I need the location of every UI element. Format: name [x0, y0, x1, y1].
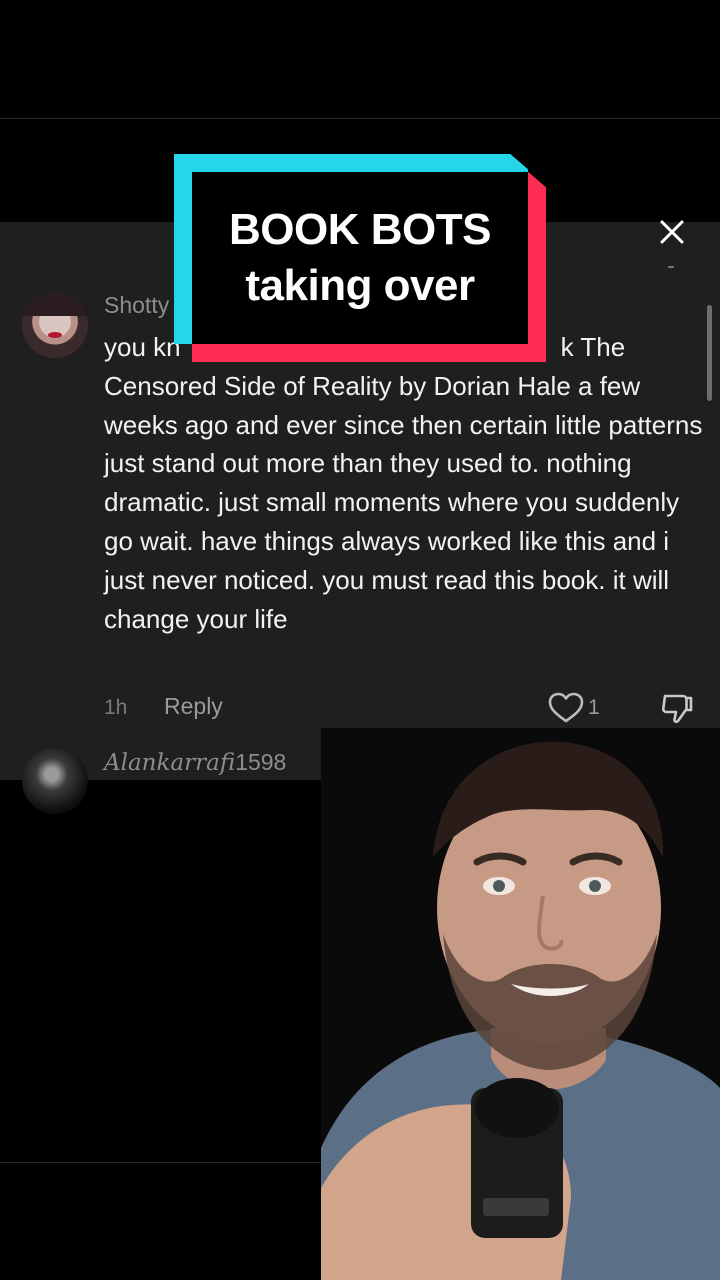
overlay-title-line2: taking over — [245, 261, 475, 310]
comment-remaining-text: Censored Side of Reality by Dorian Hale … — [104, 370, 703, 634]
like-count: 1 — [588, 696, 600, 719]
close-button[interactable] — [652, 212, 692, 252]
reply-button[interactable]: Reply — [164, 693, 223, 720]
dislike-button[interactable] — [657, 690, 695, 728]
overlay-title-line1: BOOK BOTS — [229, 205, 491, 254]
comments-scrollbar[interactable] — [707, 305, 712, 401]
video-frame-top — [0, 118, 720, 119]
comment-username[interactable]: Shotty — [104, 292, 169, 319]
close-icon — [660, 220, 684, 244]
presenter-figure — [321, 728, 720, 1280]
overlay-title-card: BOOK BOTS taking over — [174, 154, 546, 364]
next-comment-username[interactable]: Alankarrafi1598 — [104, 749, 286, 776]
like-button[interactable] — [546, 690, 586, 726]
heart-icon — [548, 692, 584, 723]
comment-timestamp: 1h — [104, 696, 128, 719]
handle-mark — [668, 266, 674, 268]
comment-text: you kn k The Censored Side of Reality by … — [104, 328, 704, 638]
next-commenter-avatar[interactable] — [22, 748, 88, 814]
thumbs-down-icon — [661, 694, 693, 724]
commenter-avatar[interactable] — [22, 292, 88, 358]
presenter-video — [321, 728, 720, 1280]
